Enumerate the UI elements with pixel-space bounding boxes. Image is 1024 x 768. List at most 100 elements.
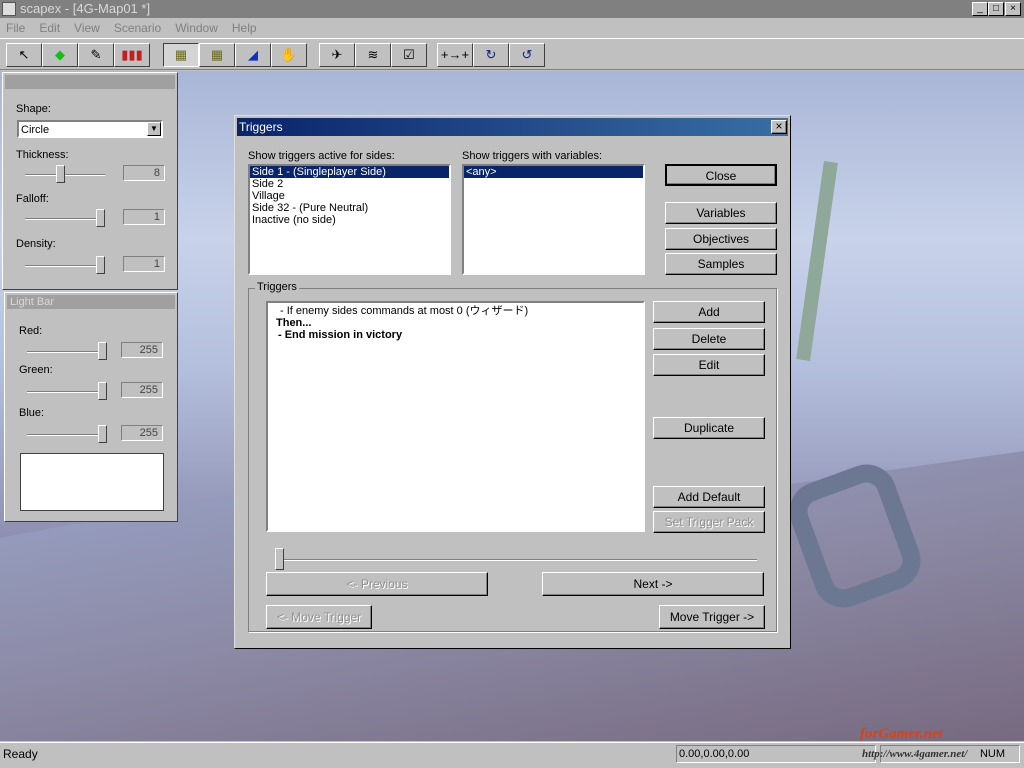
trigger-slider[interactable] <box>279 559 757 561</box>
thickness-slider[interactable] <box>25 174 105 176</box>
trigger-slider-thumb[interactable] <box>275 548 284 570</box>
rotate-cw-tool-button[interactable]: ↻ <box>473 43 509 67</box>
place-hand-tool-button[interactable]: ✋ <box>271 43 307 67</box>
menu-help[interactable]: Help <box>232 18 257 38</box>
window-title: scapex - [4G-Map01 *] <box>20 1 151 16</box>
red-slider[interactable] <box>27 351 107 353</box>
arrow-select-tool-button[interactable]: ↖ <box>6 43 42 67</box>
side-item[interactable]: Side 32 - (Pure Neutral) <box>250 202 449 214</box>
green-gem-tool-button[interactable]: ◆ <box>42 43 78 67</box>
blue-slider[interactable] <box>27 434 107 436</box>
red-label: Red: <box>19 325 43 337</box>
menu-view[interactable]: View <box>74 18 100 38</box>
edit-button[interactable]: Edit <box>653 354 765 376</box>
watermark-logo: forGamer.net <box>860 726 943 742</box>
side-item[interactable]: Village <box>250 190 449 202</box>
samples-button[interactable]: Samples <box>665 253 777 275</box>
next-button[interactable]: Next -> <box>542 572 764 596</box>
delete-button[interactable]: Delete <box>653 328 765 350</box>
waypoint-tool-button[interactable]: +→+ <box>437 43 473 67</box>
chevron-down-icon[interactable]: ▼ <box>147 122 161 136</box>
move-trigger-right-button[interactable]: Move Trigger -> <box>659 605 765 629</box>
side-item[interactable]: Side 1 - (Singleplayer Side) <box>250 166 449 178</box>
terrain-raise-tool-button[interactable]: ▦ <box>163 43 199 67</box>
dialog-title: Triggers <box>237 118 788 136</box>
properties-tool-button[interactable]: ☑ <box>391 43 427 67</box>
variables-button[interactable]: Variables <box>665 202 777 224</box>
rotate-ccw-tool-button[interactable]: ↺ <box>509 43 545 67</box>
green-value: 255 <box>121 382 163 398</box>
falloff-slider[interactable] <box>25 218 105 220</box>
side-item[interactable]: Inactive (no side) <box>250 214 449 226</box>
rotate-cw-icon: ↻ <box>485 47 497 62</box>
terrain-lower-icon: ▦ <box>210 47 224 62</box>
sides-list[interactable]: Side 1 - (Singleplayer Side) Side 2 Vill… <box>248 164 451 275</box>
thickness-label: Thickness: <box>16 149 69 161</box>
menu-file[interactable]: File <box>6 18 25 38</box>
brush-panel: Shape: Circle ▼ Thickness: 8 Falloff: 1 D… <box>2 72 178 290</box>
falloff-value: 1 <box>123 209 165 225</box>
variables-list[interactable]: <any> <box>462 164 645 275</box>
trigger-text-area[interactable]: - If enemy sides commands at most 0 (ウィザ… <box>266 301 645 532</box>
side-item[interactable]: Side 2 <box>250 178 449 190</box>
dialog-close-icon[interactable]: × <box>771 120 787 134</box>
duplicate-button[interactable]: Duplicate <box>653 417 765 439</box>
red-thumb[interactable] <box>98 342 107 360</box>
close-dialog-button[interactable]: Close <box>665 164 777 186</box>
blue-thumb[interactable] <box>98 425 107 443</box>
brush-icon: ✎ <box>90 47 102 62</box>
density-slider[interactable] <box>25 265 105 267</box>
app-icon[interactable] <box>2 2 16 16</box>
color-preview <box>20 453 164 511</box>
shape-select[interactable]: Circle ▼ <box>17 120 163 138</box>
thickness-thumb[interactable] <box>56 165 65 183</box>
density-label: Density: <box>16 238 56 250</box>
sides-label: Show triggers active for sides: <box>248 150 395 162</box>
rotate-ccw-icon: ↺ <box>521 47 533 62</box>
pillar <box>796 160 838 362</box>
paths-tool-button[interactable]: ≋ <box>355 43 391 67</box>
objectives-button[interactable]: Objectives <box>665 228 777 250</box>
minimize-button[interactable]: _ <box>972 2 988 16</box>
toolbar: ↖ ◆ ✎ ▮▮▮ ▦ ▦ ◢ ✋ ✈ ≋ ☑ +→+ ↻ ↺ <box>0 38 1024 70</box>
panel-titlebar <box>5 75 175 89</box>
terrain-water-tool-button[interactable]: ◢ <box>235 43 271 67</box>
trigger-line: Then... <box>276 317 312 329</box>
density-thumb[interactable] <box>96 256 105 274</box>
trigger-line: - End mission in victory <box>278 329 403 341</box>
color-bars-icon: ▮▮▮ <box>121 47 143 62</box>
falloff-thumb[interactable] <box>96 209 105 227</box>
triggers-dialog: Triggers × Show triggers active for side… <box>234 115 791 649</box>
paths-icon: ≋ <box>367 47 379 62</box>
maximize-button[interactable]: □ <box>988 2 1004 16</box>
green-thumb[interactable] <box>98 382 107 400</box>
variable-item[interactable]: <any> <box>464 166 643 178</box>
menu-edit[interactable]: Edit <box>39 18 60 38</box>
terrain-lower-tool-button[interactable]: ▦ <box>199 43 235 67</box>
density-value: 1 <box>123 256 165 272</box>
trigger-line: - If enemy sides commands at most 0 (ウィザ… <box>280 305 529 317</box>
menu-window[interactable]: Window <box>175 18 218 38</box>
previous-button[interactable]: <- Previous <box>266 572 488 596</box>
thickness-value: 8 <box>123 165 165 181</box>
falloff-label: Falloff: <box>16 193 49 205</box>
menu-scenario[interactable]: Scenario <box>114 18 161 38</box>
set-trigger-pack-button[interactable]: Set Trigger Pack <box>653 511 765 533</box>
shape-value: Circle <box>21 124 50 136</box>
green-slider[interactable] <box>27 391 107 393</box>
red-value: 255 <box>121 342 163 358</box>
object-tool-button[interactable]: ✈ <box>319 43 355 67</box>
close-button[interactable]: × <box>1005 2 1021 16</box>
add-button[interactable]: Add <box>653 301 765 323</box>
move-trigger-left-button[interactable]: <- Move Trigger <box>266 605 372 629</box>
add-default-button[interactable]: Add Default <box>653 486 765 508</box>
arrow-select-icon: ↖ <box>18 47 30 62</box>
variables-label: Show triggers with variables: <box>462 150 603 162</box>
green-gem-icon: ◆ <box>55 47 65 62</box>
brush-tool-button[interactable]: ✎ <box>78 43 114 67</box>
blue-value: 255 <box>121 425 163 441</box>
green-label: Green: <box>19 364 53 376</box>
coords-readout: 0.00,0.00,0.00 <box>676 745 876 763</box>
color-bars-tool-button[interactable]: ▮▮▮ <box>114 43 150 67</box>
light-bar-title: Light Bar <box>7 295 175 309</box>
